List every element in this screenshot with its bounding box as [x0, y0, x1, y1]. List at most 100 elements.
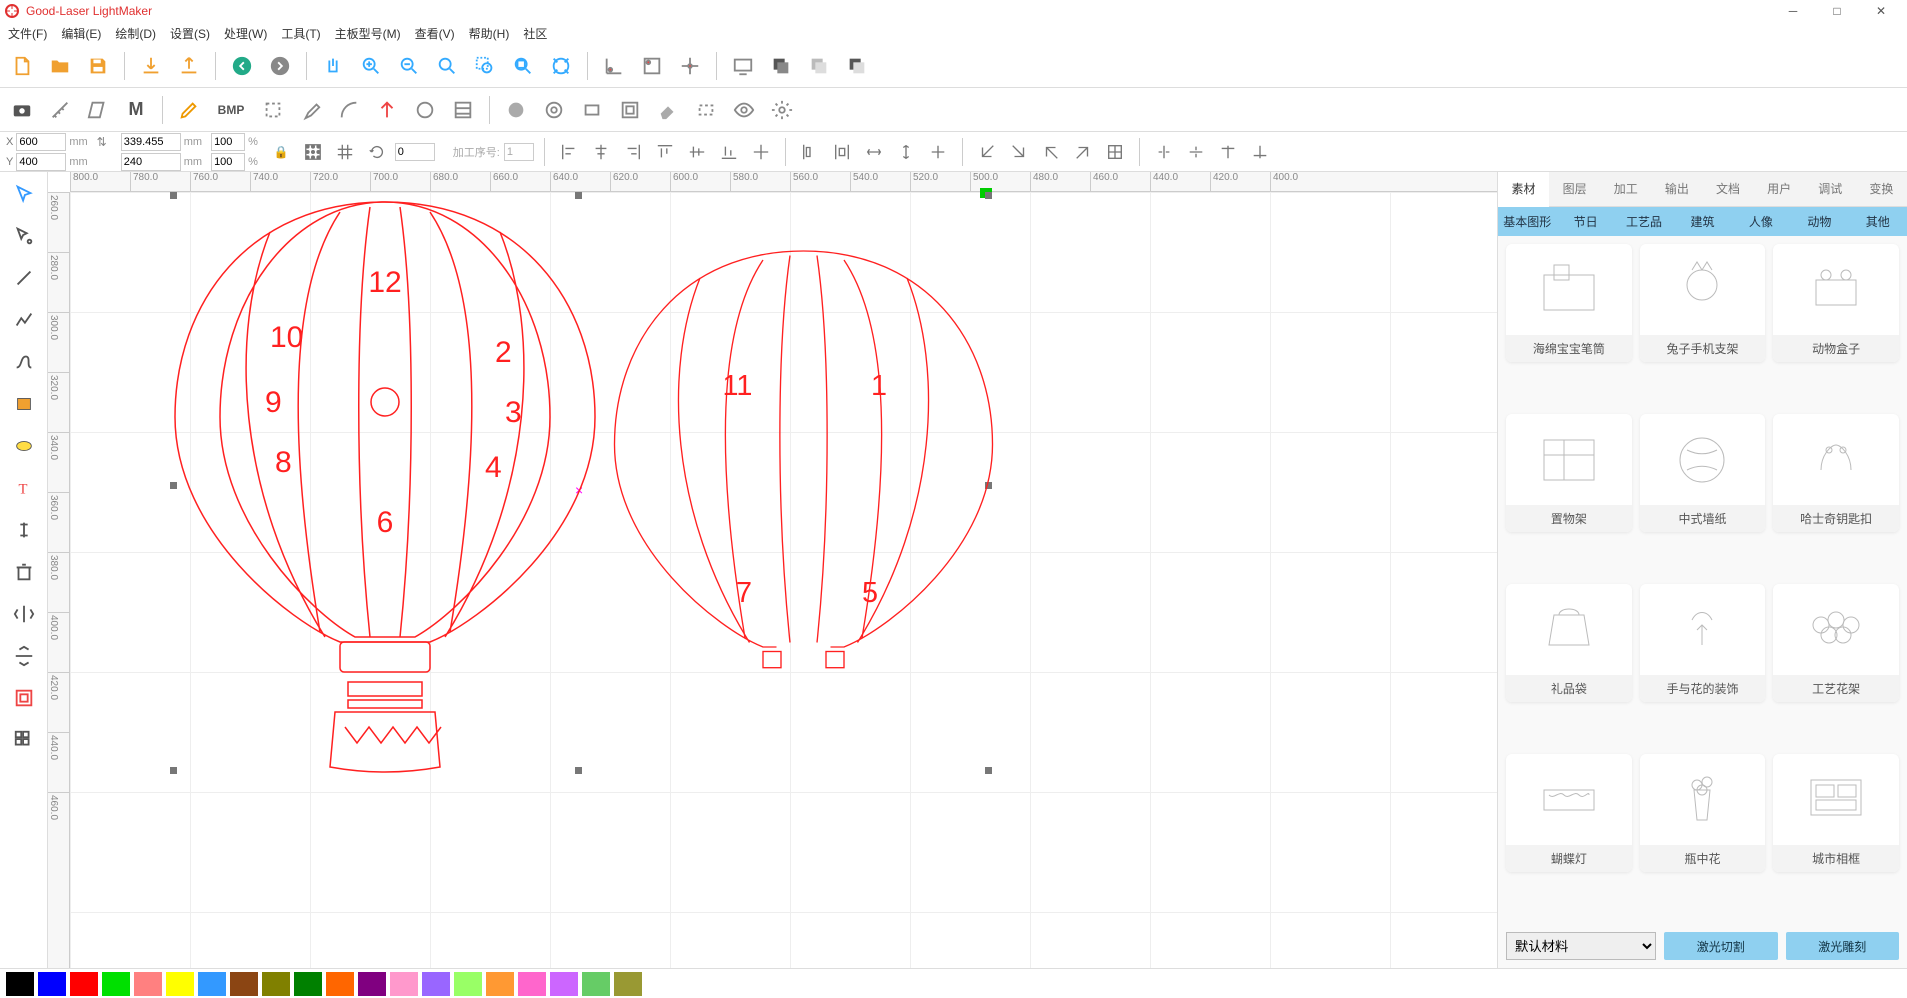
lock-aspect-icon[interactable]: 🔒 — [274, 145, 289, 159]
monitor-button[interactable] — [727, 50, 759, 82]
flip-h-button[interactable] — [1150, 138, 1178, 166]
mirror-h-tool[interactable] — [6, 596, 42, 632]
zoom-selection-button[interactable] — [469, 50, 501, 82]
gallery-card[interactable]: 城市相框 — [1773, 754, 1899, 872]
snap-button[interactable] — [371, 94, 403, 126]
gallery-card[interactable]: 兔子手机支架 — [1640, 244, 1766, 362]
gallery-card[interactable]: 瓶中花 — [1640, 754, 1766, 872]
menu-board[interactable]: 主板型号(M) — [335, 25, 401, 42]
gallery-card[interactable]: 动物盒子 — [1773, 244, 1899, 362]
close-button[interactable]: ✕ — [1859, 0, 1903, 22]
canvas-area[interactable]: 800.0780.0760.0740.0720.0700.0680.0660.0… — [48, 172, 1497, 968]
circle-outline-button[interactable] — [409, 94, 441, 126]
color-swatch[interactable] — [198, 972, 226, 996]
gallery-card[interactable]: 海绵宝宝笔筒 — [1506, 244, 1632, 362]
color-swatch[interactable] — [422, 972, 450, 996]
color-swatch[interactable] — [262, 972, 290, 996]
zoom-all-button[interactable] — [545, 50, 577, 82]
list-button[interactable] — [447, 94, 479, 126]
align-top-button[interactable] — [651, 138, 679, 166]
mirror-v-tool[interactable] — [6, 638, 42, 674]
cat-building[interactable]: 建筑 — [1673, 207, 1731, 236]
color-swatch[interactable] — [486, 972, 514, 996]
corner-tl-button[interactable] — [973, 138, 1001, 166]
settings-gear-button[interactable] — [766, 94, 798, 126]
bmp-button[interactable]: BMP — [211, 94, 251, 126]
color-swatch[interactable] — [6, 972, 34, 996]
align-left-button[interactable] — [555, 138, 583, 166]
zoom-page-button[interactable] — [507, 50, 539, 82]
menu-edit[interactable]: 编辑(E) — [61, 25, 101, 42]
color-swatch[interactable] — [518, 972, 546, 996]
menu-process[interactable]: 处理(W) — [224, 25, 267, 42]
maximize-button[interactable]: □ — [1815, 0, 1859, 22]
color-swatch[interactable] — [134, 972, 162, 996]
cat-craft[interactable]: 工艺品 — [1615, 207, 1673, 236]
menu-settings[interactable]: 设置(S) — [170, 25, 210, 42]
pencil-button[interactable] — [173, 94, 205, 126]
open-file-button[interactable] — [44, 50, 76, 82]
eyedropper-button[interactable] — [295, 94, 327, 126]
export-button[interactable] — [173, 50, 205, 82]
m-button[interactable]: M — [120, 94, 152, 126]
height-pct-input[interactable] — [211, 153, 245, 171]
color-swatch[interactable] — [166, 972, 194, 996]
color-swatch[interactable] — [326, 972, 354, 996]
delete-tool[interactable] — [6, 554, 42, 590]
ellipse-tool[interactable] — [6, 428, 42, 464]
tab-debug[interactable]: 调试 — [1805, 172, 1856, 206]
gallery-card[interactable]: 手与花的装饰 — [1640, 584, 1766, 702]
align-hcenter-button[interactable] — [587, 138, 615, 166]
layer-light-button[interactable] — [803, 50, 835, 82]
anchor-grid-button[interactable] — [299, 138, 327, 166]
align-bottom-button[interactable] — [715, 138, 743, 166]
origin-button[interactable] — [598, 50, 630, 82]
cat-people[interactable]: 人像 — [1732, 207, 1790, 236]
zoom-out-button[interactable] — [393, 50, 425, 82]
laser-cut-button[interactable]: 激光切割 — [1664, 932, 1778, 960]
layer-dark-button[interactable] — [765, 50, 797, 82]
line-tool[interactable] — [6, 260, 42, 296]
corner-br-button[interactable] — [1069, 138, 1097, 166]
arc-button[interactable] — [333, 94, 365, 126]
color-swatch[interactable] — [614, 972, 642, 996]
menu-draw[interactable]: 绘制(D) — [115, 25, 156, 42]
link-xy-icon[interactable]: ⇅ — [97, 135, 107, 149]
color-swatch[interactable] — [550, 972, 578, 996]
position-button[interactable] — [674, 50, 706, 82]
array-grid-tool[interactable] — [6, 722, 42, 758]
node-edit-tool[interactable] — [6, 218, 42, 254]
gallery-card[interactable]: 礼品袋 — [1506, 584, 1632, 702]
width-input[interactable] — [121, 133, 181, 151]
save-file-button[interactable] — [82, 50, 114, 82]
grid-button[interactable] — [331, 138, 359, 166]
x-input[interactable] — [16, 133, 66, 151]
array-rect-tool[interactable] — [6, 680, 42, 716]
flip-v-button[interactable] — [1182, 138, 1210, 166]
color-swatch[interactable] — [102, 972, 130, 996]
distribute-both-button[interactable] — [924, 138, 952, 166]
gallery-card[interactable]: 工艺花架 — [1773, 584, 1899, 702]
preview-button[interactable] — [728, 94, 760, 126]
gallery-card[interactable]: 蝴蝶灯 — [1506, 754, 1632, 872]
anchor-button[interactable] — [636, 50, 668, 82]
seq-input[interactable] — [504, 143, 534, 161]
canvas[interactable]: × — [70, 192, 1497, 968]
text-tool[interactable]: T — [6, 470, 42, 506]
gallery-card[interactable]: 中式墙纸 — [1640, 414, 1766, 532]
eraser-button[interactable] — [652, 94, 684, 126]
menu-file[interactable]: 文件(F) — [8, 25, 47, 42]
align-center-button[interactable] — [747, 138, 775, 166]
zoom-fit-button[interactable] — [431, 50, 463, 82]
cat-other[interactable]: 其他 — [1849, 207, 1907, 236]
measure-button[interactable] — [44, 94, 76, 126]
tab-process[interactable]: 加工 — [1600, 172, 1651, 206]
rotate-cw-button[interactable] — [1214, 138, 1242, 166]
fill-circle-button[interactable] — [500, 94, 532, 126]
menu-help[interactable]: 帮助(H) — [469, 25, 510, 42]
pan-button[interactable] — [317, 50, 349, 82]
import-button[interactable] — [135, 50, 167, 82]
tab-materials[interactable]: 素材 — [1498, 172, 1549, 207]
y-input[interactable] — [16, 153, 66, 171]
gallery-card[interactable]: 哈士奇钥匙扣 — [1773, 414, 1899, 532]
